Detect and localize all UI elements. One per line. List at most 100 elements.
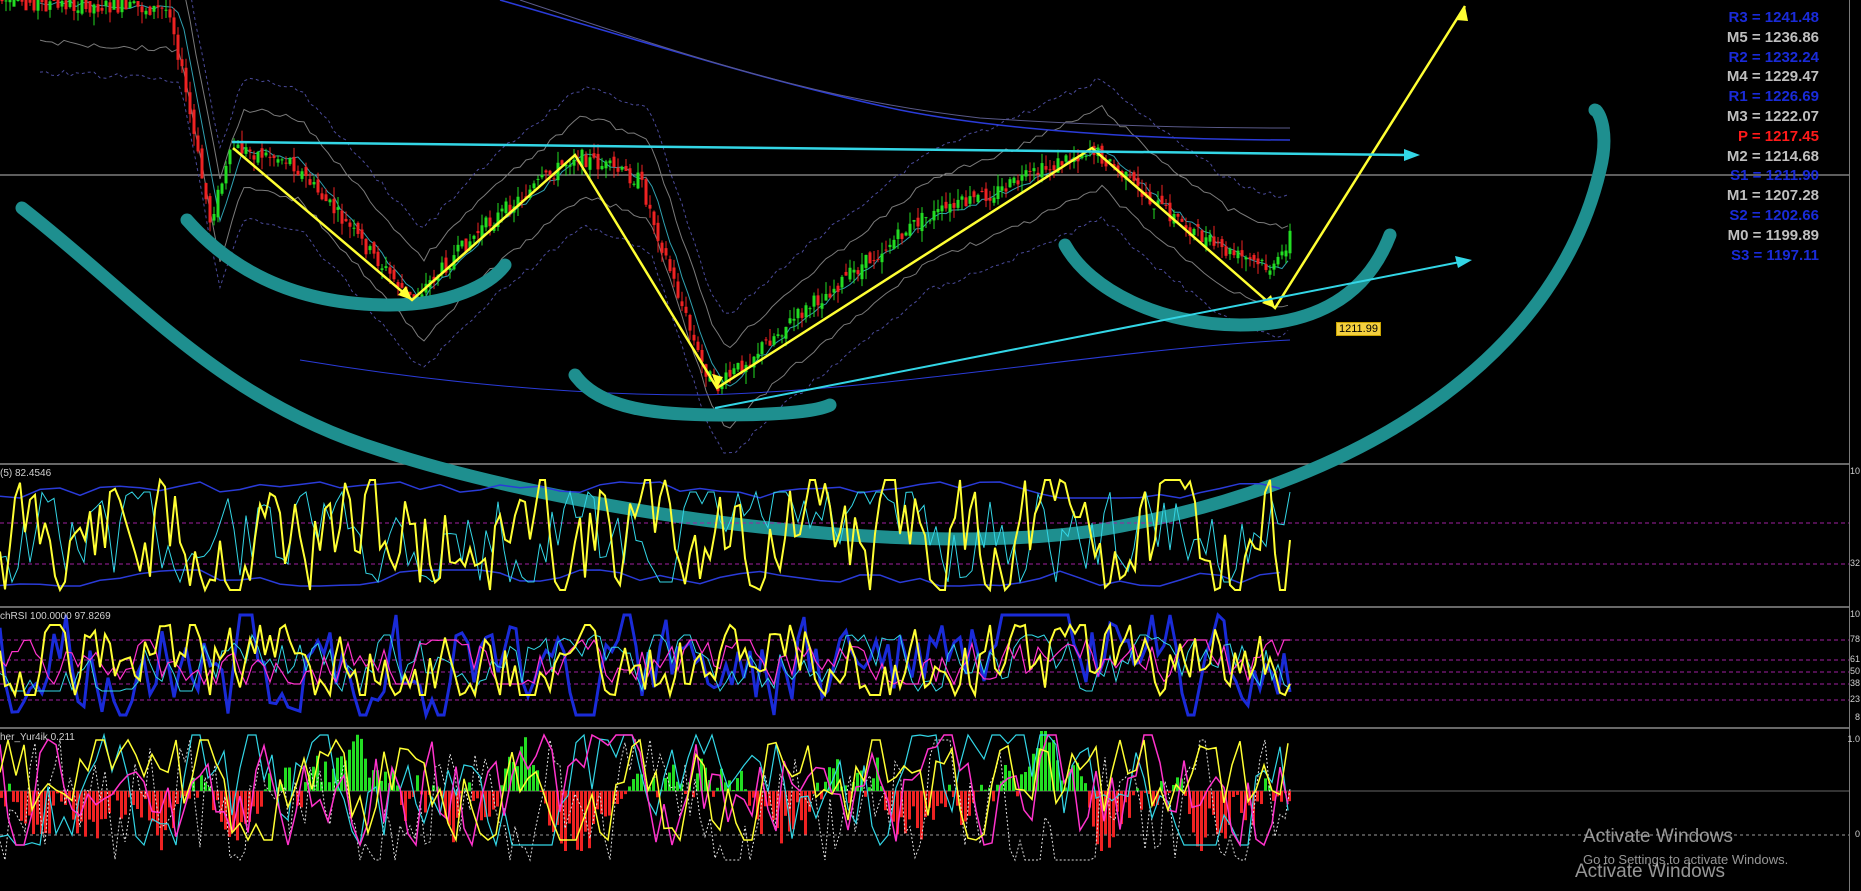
histogram-bar — [804, 791, 807, 835]
candle-body — [1192, 228, 1196, 236]
candle-body — [768, 340, 772, 346]
candle-body — [624, 166, 628, 171]
zigzag-arrowhead — [1456, 6, 1468, 21]
candle-body — [392, 269, 396, 280]
candle-body — [968, 196, 972, 204]
histogram-bar — [92, 791, 95, 822]
support-arrowhead — [1455, 256, 1472, 268]
histogram-bar — [908, 791, 911, 820]
histogram-bar — [532, 765, 535, 791]
histogram-bar — [1208, 791, 1211, 809]
candle-body — [908, 223, 912, 236]
candle-body — [1000, 186, 1004, 191]
histogram-bar — [200, 775, 203, 791]
pivot-levels: R3 = 1241.48 M5 = 1236.86 R2 = 1232.24 M4 =… — [1727, 8, 1819, 265]
candle-body — [532, 183, 536, 189]
candle-body — [368, 246, 372, 251]
candle-body — [364, 239, 368, 255]
candle-body — [132, 1, 136, 4]
candle-body — [184, 67, 188, 93]
candle-body — [732, 368, 736, 375]
candle-body — [1052, 165, 1056, 171]
candle-body — [136, 1, 140, 7]
histogram-bar — [1264, 778, 1267, 791]
histogram-bar — [940, 791, 943, 804]
candle-body — [628, 168, 632, 184]
candle-body — [572, 159, 576, 166]
candle-body — [292, 156, 296, 172]
candle-body — [636, 172, 640, 189]
candle-body — [804, 305, 808, 318]
histogram-bar — [624, 791, 627, 795]
candle-body — [848, 267, 852, 280]
candle-body — [192, 109, 196, 134]
histogram-bar — [572, 791, 575, 840]
candle-body — [1252, 254, 1256, 260]
candle-body — [888, 244, 892, 248]
candle-body — [180, 59, 184, 67]
candle-body — [808, 308, 812, 310]
candle-body — [20, 0, 24, 2]
histogram-bar — [772, 791, 775, 820]
histogram-bar — [1288, 791, 1291, 802]
histogram-bar — [196, 791, 199, 798]
candle-body — [1176, 213, 1180, 217]
candle-body — [220, 183, 224, 194]
candle-body — [388, 267, 392, 274]
candle-body — [88, 1, 92, 13]
candle-body — [120, 0, 124, 13]
histogram-bar — [616, 791, 619, 805]
candle-body — [1048, 169, 1052, 171]
candle-body — [972, 191, 976, 198]
candle-body — [684, 306, 688, 313]
candle-body — [380, 268, 384, 270]
candle-body — [80, 0, 84, 14]
histogram-bar — [488, 791, 491, 817]
histogram-bar — [1008, 770, 1011, 791]
pivot-level-s2: S2 = 1202.66 — [1729, 206, 1819, 224]
candle-body — [936, 209, 940, 213]
candle-body — [356, 222, 360, 234]
candle-body — [692, 334, 696, 341]
candle-body — [72, 0, 76, 12]
histogram-bar — [256, 791, 259, 814]
histogram-bar — [696, 773, 699, 791]
histogram-bar — [1196, 791, 1199, 847]
rsi-panel — [0, 477, 1850, 593]
candle-body — [1260, 259, 1264, 261]
candle-body — [1044, 166, 1048, 170]
candle-body — [116, 0, 120, 13]
candle-body — [84, 0, 88, 9]
histogram-bar — [1080, 776, 1083, 791]
candle-body — [500, 208, 504, 212]
histogram-bar — [236, 791, 239, 841]
histogram-bar — [664, 778, 667, 791]
histogram-bar — [736, 778, 739, 791]
axis-tick: 10 — [1849, 609, 1860, 619]
candle-body — [1236, 250, 1240, 259]
axis-tick: 8 — [1854, 712, 1860, 722]
pivot-level-m3: M3 = 1222.07 — [1726, 107, 1819, 125]
histogram-bar — [996, 784, 999, 791]
histogram-bar — [384, 771, 387, 791]
trading-chart[interactable] — [0, 0, 1861, 891]
histogram-bar — [800, 791, 803, 821]
pivot-level-r3: R3 = 1241.48 — [1728, 9, 1820, 26]
price-axis[interactable]: 10 32 10 78 61 50 38 23 8 1.0 0 — [1847, 0, 1861, 891]
candle-body — [992, 197, 996, 203]
candle-body — [204, 183, 208, 200]
candle-body — [328, 199, 332, 203]
candle-body — [840, 276, 844, 288]
candle-body — [488, 217, 492, 227]
candle-body — [996, 186, 1000, 200]
candle-body — [280, 159, 284, 161]
candle-body — [1208, 234, 1212, 242]
candle-body — [332, 198, 336, 214]
candle-body — [880, 253, 884, 263]
candle-body — [876, 258, 880, 260]
histogram-bar — [12, 791, 15, 802]
candle-body — [780, 335, 784, 337]
candle-body — [1024, 170, 1028, 177]
candle-body — [96, 4, 100, 12]
histogram-bar — [1260, 791, 1263, 805]
